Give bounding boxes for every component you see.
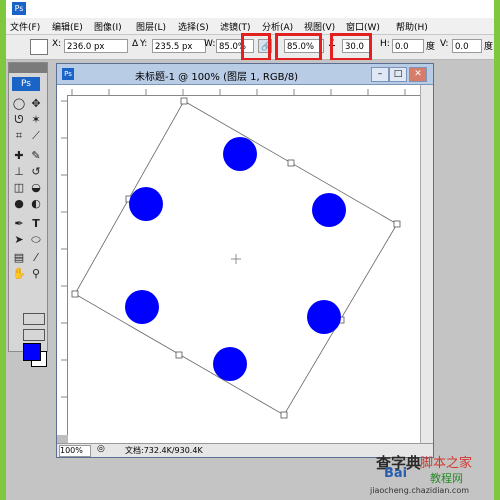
transform-handle[interactable] xyxy=(71,290,79,298)
ellipse-shape-icon[interactable]: ⬭ xyxy=(29,233,43,247)
menu-edit[interactable]: 编辑(E) xyxy=(52,20,83,33)
menu-window[interactable]: 窗口(W) xyxy=(346,20,380,33)
blue-circle xyxy=(223,137,257,171)
menu-help[interactable]: 帮助(H) xyxy=(396,20,428,33)
h-skew-unit: 度 xyxy=(426,42,436,52)
highlight-angle-field xyxy=(330,33,372,61)
vertical-scrollbar[interactable] xyxy=(420,85,433,443)
marquee-tool-icon[interactable]: ◯ xyxy=(12,97,26,111)
photoshop-window: Ps 文件(F) 编辑(E) 图像(I) 图层(L) 选择(S) 滤镜(T) 分… xyxy=(0,0,500,500)
document-size-info: 文档:732.4K/930.4K xyxy=(125,446,203,455)
highlight-link-button xyxy=(241,33,271,61)
menu-select[interactable]: 选择(S) xyxy=(178,20,209,33)
canvas-artwork[interactable] xyxy=(68,96,421,443)
crop-tool-icon[interactable]: ⌗ xyxy=(12,129,26,143)
transform-center-point[interactable] xyxy=(231,254,241,264)
tools-panel: Ps ◯ ✥ ᘎ ✶ ⌗ ⟋ ✚ ✎ ⊥ ↺ ◫ ◒ ● ◐ ✒ T ➤ ⬭ ▤… xyxy=(8,62,48,367)
tools-panel-header[interactable] xyxy=(9,63,47,73)
watermark-url: jiaocheng.chazidian.com xyxy=(370,486,470,495)
v-skew-field[interactable]: 0.0 xyxy=(452,39,482,53)
highlight-height-field xyxy=(275,33,322,61)
image-canvas[interactable] xyxy=(68,96,421,443)
menu-layer[interactable]: 图层(L) xyxy=(136,20,166,33)
menu-file[interactable]: 文件(F) xyxy=(10,20,40,33)
v-skew-label: V: xyxy=(440,39,449,49)
quick-mask-icon[interactable] xyxy=(23,313,45,325)
slice-tool-icon[interactable]: ⟋ xyxy=(29,129,43,143)
w-label: W: xyxy=(204,39,216,49)
magic-wand-tool-icon[interactable]: ✶ xyxy=(29,113,43,127)
transform-handle[interactable] xyxy=(175,351,183,359)
delta-icon[interactable]: Δ xyxy=(132,39,138,49)
screen-mode-icon[interactable] xyxy=(23,329,45,341)
document-window: Ps 未标题-1 @ 100% (图层 1, RGB/8) – □ ✕ 100%… xyxy=(56,63,434,458)
blue-circle xyxy=(307,300,341,334)
paint-bucket-icon[interactable]: ◒ xyxy=(29,181,43,195)
menu-analysis[interactable]: 分析(A) xyxy=(262,20,293,33)
window-border-right xyxy=(494,0,500,500)
app-titlebar: Ps xyxy=(6,0,494,18)
blue-circle xyxy=(129,187,163,221)
horizontal-ruler[interactable] xyxy=(67,85,421,96)
blue-circle xyxy=(312,193,346,227)
history-brush-icon[interactable]: ↺ xyxy=(29,165,43,179)
blue-circle xyxy=(213,347,247,381)
hand-tool-icon[interactable]: ✋ xyxy=(12,267,26,281)
maximize-button[interactable]: □ xyxy=(389,67,407,82)
y-label: Y: xyxy=(140,39,148,49)
healing-brush-icon[interactable]: ✚ xyxy=(12,149,26,163)
watermark-brand: 脚本之家 xyxy=(420,456,473,471)
lasso-tool-icon[interactable]: ᘎ xyxy=(12,113,26,127)
blue-circle xyxy=(125,290,159,324)
transform-handle[interactable] xyxy=(287,159,295,167)
x-position-field[interactable]: 236.0 px xyxy=(64,39,128,53)
ps-logo-icon: Ps xyxy=(12,2,26,15)
transform-handle[interactable] xyxy=(280,411,288,419)
blur-tool-icon[interactable]: ● xyxy=(12,197,26,211)
zoom-tool-icon[interactable]: ⚲ xyxy=(29,267,43,281)
move-tool-icon[interactable]: ✥ xyxy=(29,97,43,111)
free-transform-box[interactable] xyxy=(71,97,401,419)
type-tool-icon[interactable]: T xyxy=(29,217,43,231)
eraser-tool-icon[interactable]: ◫ xyxy=(12,181,26,195)
vertical-ruler[interactable] xyxy=(57,95,68,435)
h-skew-field[interactable]: 0.0 xyxy=(392,39,424,53)
eyedropper-icon[interactable]: ⁄ xyxy=(29,251,43,265)
notes-tool-icon[interactable]: ▤ xyxy=(12,251,26,265)
foreground-color-swatch[interactable] xyxy=(23,343,41,361)
zoom-level-field[interactable]: 100% xyxy=(59,445,91,457)
ps-logo-icon[interactable]: Ps xyxy=(12,77,40,91)
pen-tool-icon[interactable]: ✒ xyxy=(12,217,26,231)
minimize-button[interactable]: – xyxy=(371,67,389,82)
ps-document-icon: Ps xyxy=(62,68,74,80)
document-titlebar[interactable]: Ps 未标题-1 @ 100% (图层 1, RGB/8) – □ ✕ xyxy=(57,64,433,85)
watermark-bai: Bai xyxy=(384,466,408,481)
close-button[interactable]: ✕ xyxy=(409,67,427,82)
brush-tool-icon[interactable]: ✎ xyxy=(29,149,43,163)
x-label: X: xyxy=(52,39,62,49)
transform-handle[interactable] xyxy=(393,220,401,228)
menu-filter[interactable]: 滤镜(T) xyxy=(220,20,251,33)
clone-stamp-icon[interactable]: ⊥ xyxy=(12,165,26,179)
status-info-icon[interactable]: ◎ xyxy=(97,444,105,454)
menu-view[interactable]: 视图(V) xyxy=(304,20,335,33)
dodge-tool-icon[interactable]: ◐ xyxy=(29,197,43,211)
path-selection-icon[interactable]: ➤ xyxy=(12,233,26,247)
watermark-site: 教程网 xyxy=(430,472,463,485)
h-skew-label: H: xyxy=(380,39,390,49)
document-title: 未标题-1 @ 100% (图层 1, RGB/8) xyxy=(135,72,299,83)
menu-image[interactable]: 图像(I) xyxy=(94,20,122,33)
y-position-field[interactable]: 235.5 px xyxy=(152,39,206,53)
reference-point-icon[interactable] xyxy=(30,39,48,55)
transform-handle[interactable] xyxy=(180,97,188,105)
v-skew-unit: 度 xyxy=(484,42,494,52)
